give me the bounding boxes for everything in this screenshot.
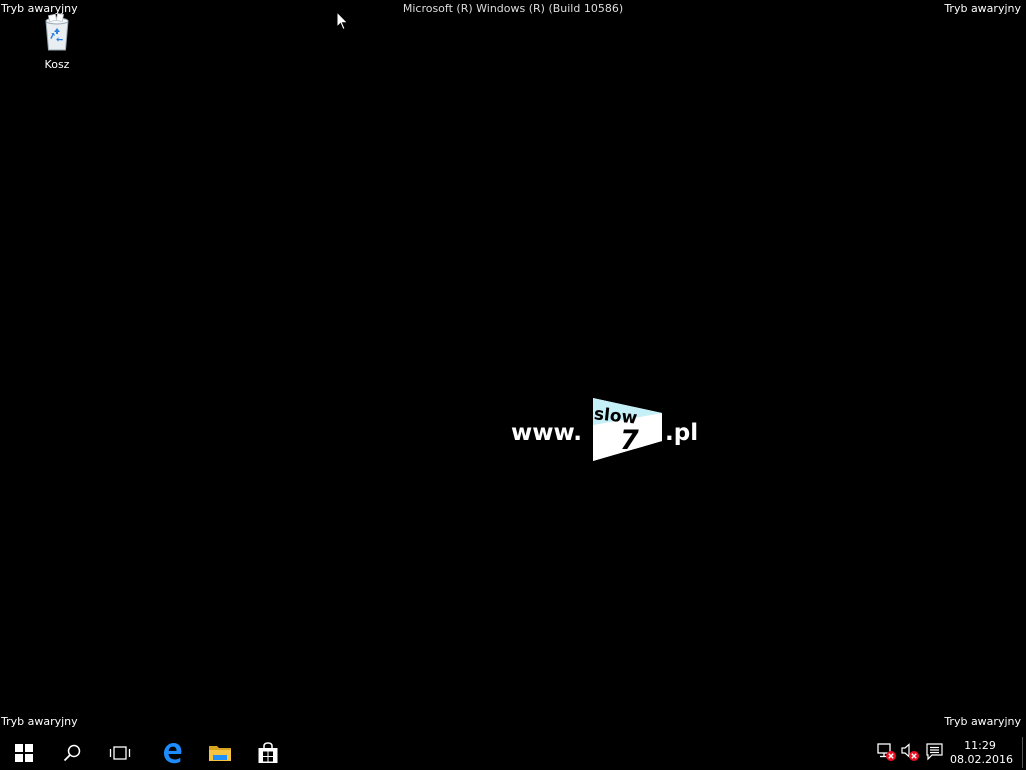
store-icon xyxy=(258,741,278,763)
windows-logo-icon xyxy=(15,743,33,762)
recycle-bin-icon xyxy=(45,13,69,51)
watermark-suffix: .pl xyxy=(665,420,699,446)
start-button[interactable] xyxy=(0,735,48,770)
edge-button[interactable] xyxy=(148,735,196,770)
clock-time: 11:29 xyxy=(964,738,996,752)
show-desktop-button[interactable] xyxy=(1022,737,1023,768)
taskbar-clock[interactable]: 11:29 08.02.2016 xyxy=(950,735,1013,770)
folder-icon xyxy=(209,745,231,761)
network-disconnected-icon[interactable] xyxy=(877,742,897,762)
action-center-icon[interactable] xyxy=(925,742,945,762)
desktop-icon-label: Kosz xyxy=(44,58,70,71)
search-icon xyxy=(63,744,81,761)
logo-number: 7 xyxy=(620,425,639,456)
slow7-watermark: www. slow 7 .pl xyxy=(511,397,711,467)
taskbar: 11:29 08.02.2016 xyxy=(0,735,1026,770)
safe-mode-label-top-right: Tryb awaryjny xyxy=(944,2,1021,15)
file-explorer-button[interactable] xyxy=(196,735,244,770)
slow7-logo-icon: slow 7 xyxy=(593,398,662,461)
desktop[interactable]: Tryb awaryjny Microsoft (R) Windows (R) … xyxy=(0,0,1026,735)
task-view-button[interactable] xyxy=(96,735,144,770)
store-button[interactable] xyxy=(244,735,292,770)
search-button[interactable] xyxy=(48,735,96,770)
volume-muted-icon[interactable] xyxy=(900,742,920,762)
task-view-icon xyxy=(109,745,131,760)
desktop-icon-recycle-bin[interactable]: Kosz xyxy=(29,12,85,71)
safe-mode-label-bottom-left: Tryb awaryjny xyxy=(1,715,78,728)
watermark-prefix: www. xyxy=(511,420,583,446)
mouse-cursor-icon xyxy=(336,11,349,31)
clock-date: 08.02.2016 xyxy=(950,752,1013,766)
build-info: Microsoft (R) Windows (R) (Build 10586) xyxy=(402,2,624,15)
edge-icon xyxy=(164,742,182,763)
safe-mode-label-bottom-right: Tryb awaryjny xyxy=(944,715,1021,728)
